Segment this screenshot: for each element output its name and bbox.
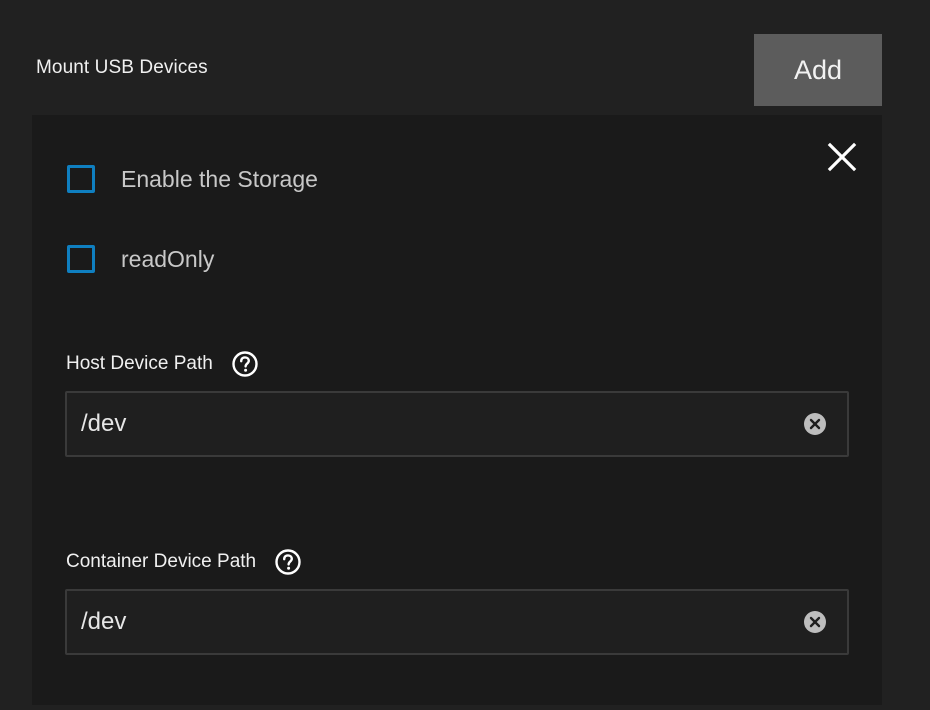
clear-icon[interactable] bbox=[803, 610, 827, 634]
container-device-path-label: Container Device Path bbox=[66, 551, 257, 572]
add-button[interactable]: Add bbox=[754, 34, 882, 106]
close-icon[interactable] bbox=[824, 139, 860, 175]
host-device-path-field[interactable] bbox=[65, 391, 849, 457]
read-only-label: readOnly bbox=[121, 245, 215, 272]
help-icon[interactable] bbox=[231, 350, 259, 378]
enable-storage-checkbox-box[interactable] bbox=[67, 165, 95, 193]
section-title: Mount USB Devices bbox=[36, 57, 208, 78]
enable-storage-checkbox[interactable]: Enable the Storage bbox=[67, 165, 318, 193]
usb-device-card: Enable the Storage readOnly Host Device … bbox=[32, 115, 882, 705]
clear-icon[interactable] bbox=[803, 412, 827, 436]
read-only-checkbox[interactable]: readOnly bbox=[67, 245, 214, 273]
page: Mount USB Devices Add Enable the Storage… bbox=[0, 0, 930, 710]
read-only-checkbox-box[interactable] bbox=[67, 245, 95, 273]
help-icon[interactable] bbox=[274, 548, 302, 576]
host-device-path-input[interactable] bbox=[81, 393, 771, 455]
enable-storage-label: Enable the Storage bbox=[121, 165, 318, 192]
container-device-path-input[interactable] bbox=[81, 591, 771, 653]
container-device-path-label-row: Container Device Path bbox=[66, 548, 302, 576]
host-device-path-label: Host Device Path bbox=[66, 353, 213, 374]
host-device-path-label-row: Host Device Path bbox=[66, 350, 259, 378]
container-device-path-field[interactable] bbox=[65, 589, 849, 655]
